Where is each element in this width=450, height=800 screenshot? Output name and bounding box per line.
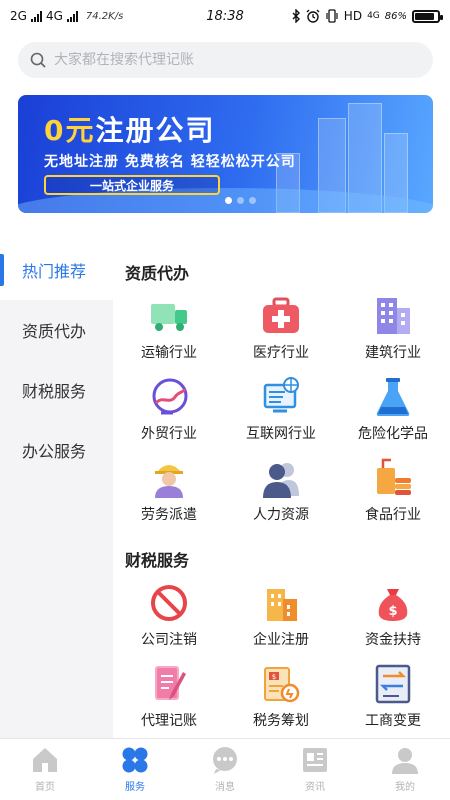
banner-subtitle: 无地址注册 免费核名 轻轻松松开公司: [44, 154, 296, 170]
service-item[interactable]: 互联网行业: [225, 375, 337, 443]
service-item[interactable]: 公司注销: [113, 581, 225, 649]
service-item[interactable]: 建筑行业: [337, 294, 449, 362]
category-sidebar: 热门推荐 资质代办 财税服务 办公服务: [0, 240, 113, 738]
change-icon: [375, 664, 411, 704]
message-icon: [213, 747, 237, 774]
clock: 18:38: [206, 8, 244, 24]
globe-icon: [152, 378, 188, 415]
service-item-label: 资金扶持: [365, 632, 421, 648]
nav-item-label: 我的: [395, 782, 415, 793]
service-item-label: 食品行业: [365, 507, 421, 523]
vibrate-icon: [326, 9, 338, 23]
service-item-label: 劳务派遣: [141, 507, 197, 523]
service-item-label: 危险化学品: [358, 426, 428, 442]
network-type-2: 4G: [45, 9, 63, 23]
nav-item[interactable]: 首页: [0, 739, 90, 800]
nav-item-label: 资讯: [305, 782, 325, 793]
nav-item-label: 首页: [35, 782, 55, 793]
nav-item[interactable]: 资讯: [270, 739, 360, 800]
service-item-label: 税务筹划: [253, 713, 309, 729]
service-item[interactable]: 食品行业: [337, 456, 449, 524]
service-item[interactable]: $ 资金扶持: [337, 581, 449, 649]
service-item[interactable]: 人力资源: [225, 456, 337, 524]
sidebar-item[interactable]: 资质代办: [0, 300, 113, 360]
sidebar-item[interactable]: 财税服务: [0, 360, 113, 420]
computer-globe-icon: [263, 377, 299, 413]
carousel-dot[interactable]: [237, 197, 244, 204]
home-icon: [33, 748, 57, 772]
service-item[interactable]: 运输行业: [113, 294, 225, 362]
search-bar[interactable]: [18, 42, 433, 78]
carousel-dot[interactable]: [225, 197, 232, 204]
signal-icon: [66, 10, 78, 22]
building-icon: [377, 298, 410, 334]
network-speed: 74.2K/s: [85, 10, 124, 22]
bottom-nav: 首页 服务 消息 资讯 我的: [0, 738, 450, 800]
signal-icon: [30, 10, 42, 22]
worker-icon: [155, 465, 183, 498]
nav-item-label: 服务: [125, 782, 145, 793]
service-item-label: 工商变更: [365, 713, 421, 729]
banner-tag: 一站式企业服务: [44, 175, 220, 195]
network-type-1: 2G: [10, 9, 27, 23]
bluetooth-icon: [292, 9, 300, 23]
nav-item[interactable]: 服务: [90, 739, 180, 800]
service-item-label: 互联网行业: [246, 426, 316, 442]
flask-icon: [376, 378, 410, 416]
service-item[interactable]: 外贸行业: [113, 375, 225, 443]
people-icon: [263, 463, 299, 498]
service-item-label: 外贸行业: [141, 426, 197, 442]
food-icon: [377, 458, 411, 495]
hd-label: HD: [343, 9, 363, 23]
banner-title: 0元注册公司: [44, 114, 216, 147]
section-title: 财税服务: [125, 551, 190, 570]
search-input[interactable]: [54, 52, 394, 68]
truck-icon: [151, 304, 187, 331]
svg-text:$: $: [272, 673, 276, 681]
service-item[interactable]: 医疗行业: [225, 294, 337, 362]
service-item-label: 公司注销: [141, 632, 197, 648]
battery-icon: [412, 9, 443, 23]
alarm-icon: [306, 9, 320, 23]
carousel-dot[interactable]: [249, 197, 256, 204]
battery-percent: 86%: [384, 10, 407, 22]
money-bag-icon: $: [378, 589, 408, 621]
notebook-icon: [155, 666, 186, 700]
service-content: 资质代办运输行业 医疗行业 建筑行业外贸行业 互联网行业 危险化学品劳务派遣 人力资源 食品…: [113, 240, 450, 738]
medical-kit-icon: [263, 297, 299, 333]
service-item-label: 人力资源: [253, 507, 309, 523]
profile-icon: [392, 748, 418, 774]
service-item-label: 建筑行业: [365, 345, 421, 361]
sidebar-item[interactable]: 热门推荐: [0, 240, 113, 300]
service-item-label: 企业注册: [253, 632, 309, 648]
service-item[interactable]: $ 税务筹划: [225, 662, 337, 730]
sidebar-item[interactable]: 办公服务: [0, 420, 113, 480]
service-grid-icon: [122, 747, 148, 773]
carousel-dots[interactable]: [225, 197, 256, 204]
svg-text:$: $: [388, 604, 397, 619]
cancel-icon: [151, 585, 187, 621]
service-item[interactable]: 企业注册: [225, 581, 337, 649]
network-type-3: 4G: [367, 11, 380, 21]
service-item[interactable]: 危险化学品: [337, 375, 449, 443]
service-item[interactable]: 工商变更: [337, 662, 449, 730]
service-item[interactable]: 代理记账: [113, 662, 225, 730]
section-title: 资质代办: [125, 264, 190, 283]
service-item-label: 医疗行业: [253, 345, 309, 361]
service-item-label: 运输行业: [141, 345, 197, 361]
service-item-label: 代理记账: [141, 713, 197, 729]
status-bar: 2G 4G 74.2K/s 18:38 HD 4G 86%: [0, 0, 450, 32]
promo-banner[interactable]: 0元注册公司 无地址注册 免费核名 轻轻松松开公司 一站式企业服务: [18, 95, 433, 213]
service-item[interactable]: 劳务派遣: [113, 456, 225, 524]
tax-icon: $: [264, 667, 300, 703]
news-icon: [303, 748, 327, 772]
nav-item[interactable]: 消息: [180, 739, 270, 800]
nav-item-label: 消息: [215, 782, 235, 793]
nav-item[interactable]: 我的: [360, 739, 450, 800]
office-building-icon: [267, 589, 297, 621]
search-icon: [30, 52, 46, 68]
